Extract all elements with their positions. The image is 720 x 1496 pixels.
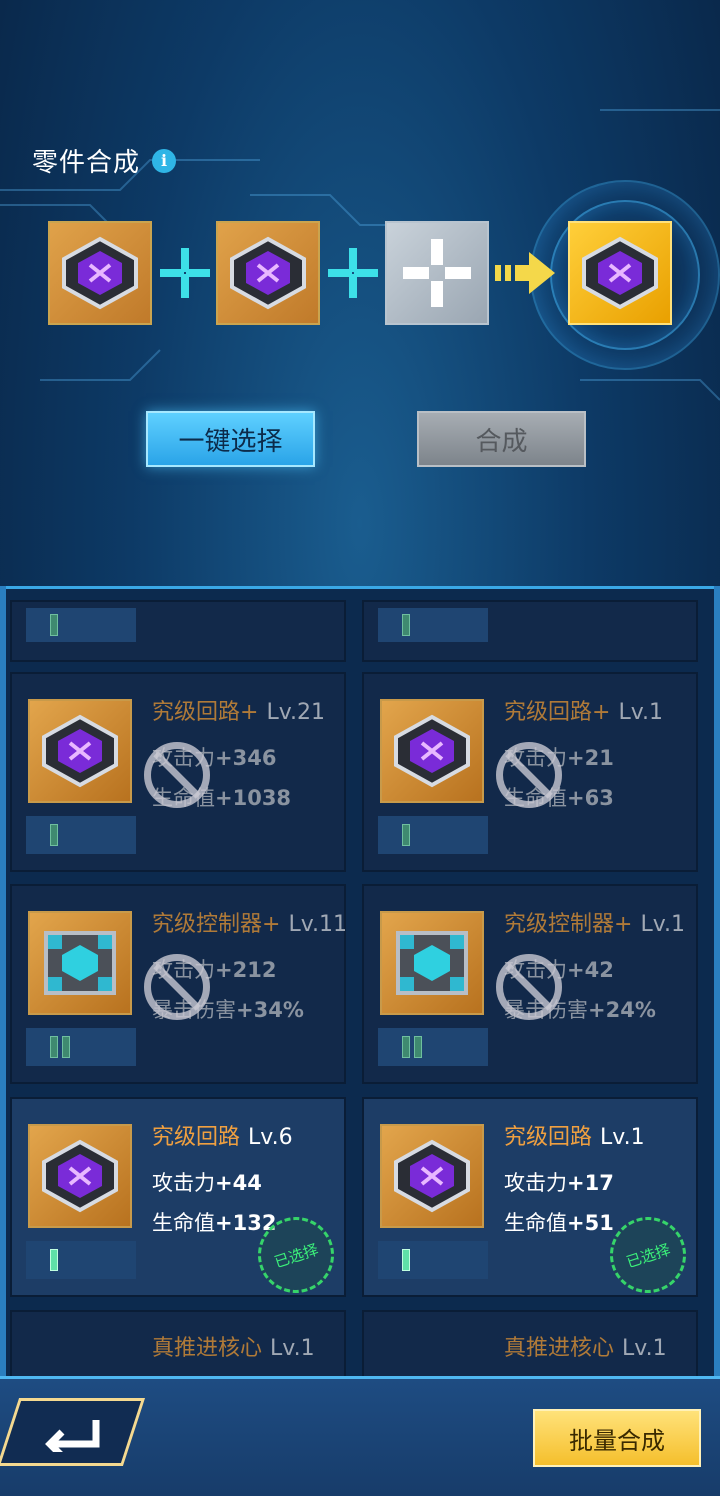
star-bar bbox=[378, 608, 488, 642]
info-icon[interactable]: i bbox=[152, 148, 177, 173]
unavailable-icon bbox=[496, 954, 562, 1020]
list-item[interactable]: 究级回路+ Lv.21 攻击力+346 生命值+1038 bbox=[10, 672, 346, 872]
synth-slot-2[interactable] bbox=[216, 221, 320, 325]
controller-icon bbox=[396, 931, 468, 995]
header: 零件合成 i bbox=[32, 142, 177, 179]
item-stat-1: 攻击力+44 bbox=[152, 1171, 262, 1195]
item-name: 究级回路+ Lv.1 bbox=[504, 700, 663, 725]
arrow-right-icon bbox=[495, 252, 555, 294]
auto-select-button[interactable]: 一键选择 bbox=[146, 411, 315, 467]
star-pip bbox=[50, 614, 58, 636]
plus-icon bbox=[328, 248, 378, 298]
star-pip bbox=[50, 1036, 58, 1058]
synth-slot-3-empty[interactable] bbox=[385, 221, 489, 325]
list-item[interactable]: 究级控制器+ Lv.1 攻击力+42 暴击伤害+24% bbox=[362, 884, 698, 1084]
synth-slot-1[interactable] bbox=[48, 221, 152, 325]
item-stat-2: 生命值+51 bbox=[504, 1211, 614, 1235]
item-icon-box bbox=[380, 699, 484, 803]
add-slot-icon bbox=[403, 239, 471, 307]
circuit-chip-icon bbox=[394, 714, 470, 788]
item-name: 究级回路 Lv.6 bbox=[152, 1125, 293, 1150]
item-stat-1: 攻击力+17 bbox=[504, 1171, 614, 1195]
plus-icon bbox=[160, 248, 210, 298]
compose-button[interactable]: 合成 bbox=[417, 411, 586, 467]
item-icon-box bbox=[28, 911, 132, 1015]
star-bar bbox=[26, 1241, 136, 1279]
circuit-chip-icon bbox=[582, 236, 658, 310]
star-bar bbox=[26, 816, 136, 854]
item-name: 究级控制器+ Lv.11 bbox=[152, 912, 347, 937]
circuit-chip-icon bbox=[230, 236, 306, 310]
star-pip bbox=[402, 824, 410, 846]
item-name: 真推进核心 Lv.1 bbox=[504, 1336, 667, 1361]
star-pip bbox=[402, 1036, 410, 1058]
synth-result-slot[interactable] bbox=[568, 221, 672, 325]
star-pip bbox=[62, 1036, 70, 1058]
list-item-partial-top-1[interactable] bbox=[10, 600, 346, 662]
list-item[interactable]: 究级控制器+ Lv.11 攻击力+212 暴击伤害+34% bbox=[10, 884, 347, 1084]
item-stat-2: 生命值+132 bbox=[152, 1211, 277, 1235]
list-item-partial[interactable]: 真推进核心 Lv.1 bbox=[10, 1310, 346, 1380]
item-name: 究级回路+ Lv.21 bbox=[152, 700, 325, 725]
list-item[interactable]: 究级回路+ Lv.1 攻击力+21 生命值+63 bbox=[362, 672, 698, 872]
list-item-selected[interactable]: 究级回路 Lv.1 攻击力+17 生命值+51 已选择 bbox=[362, 1097, 698, 1303]
item-icon-box bbox=[28, 1124, 132, 1228]
item-icon-box bbox=[380, 911, 484, 1015]
back-button[interactable] bbox=[0, 1398, 146, 1466]
panel-frame-right bbox=[714, 586, 720, 1386]
back-arrow-icon bbox=[45, 1420, 100, 1452]
page-title: 零件合成 bbox=[32, 148, 141, 178]
unavailable-icon bbox=[144, 954, 210, 1020]
star-bar bbox=[26, 1028, 136, 1066]
star-bar bbox=[378, 1028, 488, 1066]
star-bar bbox=[26, 608, 136, 642]
circuit-chip-icon bbox=[394, 1139, 470, 1213]
star-pip bbox=[50, 824, 58, 846]
list-item-partial-top-2[interactable] bbox=[362, 600, 698, 662]
item-icon-box bbox=[380, 1124, 484, 1228]
item-icon-box bbox=[28, 699, 132, 803]
unavailable-icon bbox=[144, 742, 210, 808]
list-item-selected[interactable]: 究级回路 Lv.6 攻击力+44 生命值+132 已选择 bbox=[10, 1097, 346, 1303]
circuit-chip-icon bbox=[42, 1139, 118, 1213]
circuit-chip-icon bbox=[42, 714, 118, 788]
batch-compose-button[interactable]: 批量合成 bbox=[533, 1409, 701, 1467]
star-pip bbox=[402, 614, 410, 636]
star-pip bbox=[414, 1036, 422, 1058]
item-name: 究级回路 Lv.1 bbox=[504, 1125, 645, 1150]
selected-badge: 已选择 bbox=[600, 1207, 696, 1303]
unavailable-icon bbox=[496, 742, 562, 808]
panel-frame-left bbox=[0, 586, 6, 1386]
item-name: 究级控制器+ Lv.1 bbox=[504, 912, 685, 937]
star-pip bbox=[402, 1249, 410, 1271]
controller-icon bbox=[44, 931, 116, 995]
item-name: 真推进核心 Lv.1 bbox=[152, 1336, 315, 1361]
star-bar bbox=[378, 816, 488, 854]
circuit-chip-icon bbox=[62, 236, 138, 310]
list-item-partial[interactable]: 真推进核心 Lv.1 bbox=[362, 1310, 698, 1380]
star-pip bbox=[50, 1249, 58, 1271]
star-bar bbox=[378, 1241, 488, 1279]
